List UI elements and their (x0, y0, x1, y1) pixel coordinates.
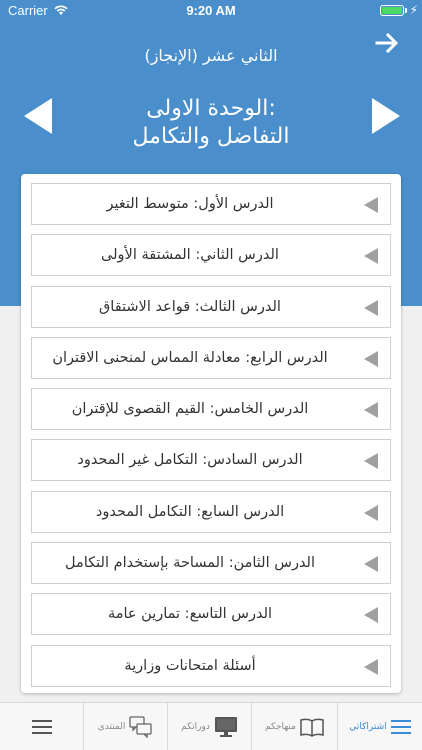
tab-courses-label: دوراتكم (181, 722, 210, 732)
lesson-item[interactable]: الدرس التاسع: تمارين عامة (31, 593, 391, 636)
triangle-left-icon (364, 197, 378, 213)
lesson-item[interactable]: الدرس السادس: التكامل غير المحدود (31, 439, 391, 482)
tab-bar: المنتدى دوراتكم منهاجكم اشتراكاتي (0, 702, 422, 750)
unit-title: الوحدة الاولى: التفاضل والتكامل (60, 95, 362, 151)
triangle-left-icon (364, 556, 378, 573)
lesson-label: الدرس الثامن: المساحة بإستخدام التكامل (65, 555, 315, 572)
triangle-left-icon (364, 402, 378, 419)
tab-subscriptions-label: اشتراكاتي (349, 722, 387, 732)
chat-bubbles-icon (129, 716, 152, 738)
status-bar: Carrier 9:20 AM ⚡ (0, 0, 422, 22)
lesson-item[interactable]: أسئلة امتحانات وزارية (31, 644, 391, 687)
unit-title-line2: التفاضل والتكامل (132, 124, 290, 149)
previous-unit-icon[interactable] (24, 98, 52, 134)
monitor-icon (214, 717, 237, 737)
tab-menu[interactable] (0, 703, 84, 750)
next-unit-icon[interactable] (372, 98, 400, 134)
tab-forum-label: المنتدى (97, 722, 126, 732)
triangle-left-icon (364, 350, 378, 367)
charging-icon: ⚡ (409, 3, 418, 17)
triangle-left-icon (364, 453, 378, 470)
lessons-card: الدرس الأول: متوسط التغير الدرس الثاني: … (21, 174, 401, 693)
lesson-item[interactable]: الدرس الأول: متوسط التغير (31, 183, 391, 225)
lesson-label: الدرس الأول: متوسط التغير (106, 196, 274, 212)
tab-courses[interactable]: دوراتكم (168, 703, 252, 750)
lesson-label: الدرس السادس: التكامل غير المحدود (77, 452, 303, 469)
unit-title-line1: الوحدة الاولى: (146, 96, 276, 121)
subject-title: الثاني عشر (الإنجاز) (144, 46, 278, 65)
lesson-item[interactable]: الدرس الخامس: القيم القصوى للإقتران (31, 388, 391, 431)
lesson-item[interactable]: الدرس الثامن: المساحة بإستخدام التكامل (31, 542, 391, 585)
lesson-item[interactable]: الدرس السابع: التكامل المحدود (31, 490, 391, 533)
triangle-left-icon (364, 658, 378, 675)
lesson-item[interactable]: الدرس الرابع: معادلة المماس لمنحنى الاقت… (31, 336, 391, 379)
status-time: 9:20 AM (186, 3, 236, 18)
lesson-label: الدرس الخامس: القيم القصوى للإقتران (71, 401, 309, 418)
menu-icon (31, 720, 52, 734)
lesson-label: الدرس السابع: التكامل المحدود (95, 503, 285, 520)
triangle-left-icon (364, 299, 378, 316)
tab-curricula[interactable]: منهاجكم (252, 703, 338, 750)
list-icon (390, 720, 411, 734)
tab-curricula-label: منهاجكم (265, 722, 296, 732)
triangle-left-icon (364, 248, 378, 265)
battery-tip (405, 8, 407, 13)
battery-icon (380, 5, 404, 16)
open-book-icon (300, 718, 324, 737)
triangle-left-icon (364, 607, 378, 624)
lesson-label: الدرس التاسع: تمارين عامة (107, 606, 273, 623)
lesson-item[interactable]: الدرس الثاني: المشتقة الأولى (31, 234, 391, 277)
tab-subscriptions[interactable]: اشتراكاتي (338, 703, 422, 750)
triangle-left-icon (364, 504, 378, 521)
lesson-item[interactable]: الدرس الثالث: قواعد الاشتقاق (31, 285, 391, 328)
lesson-label: الدرس الرابع: معادلة المماس لمنحنى الاقت… (52, 349, 328, 366)
lesson-label: أسئلة امتحانات وزارية (124, 657, 256, 674)
tab-forum[interactable]: المنتدى (84, 703, 168, 750)
lesson-label: الدرس الثاني: المشتقة الأولى (101, 247, 279, 264)
lesson-label: الدرس الثالث: قواعد الاشتقاق (99, 298, 281, 315)
